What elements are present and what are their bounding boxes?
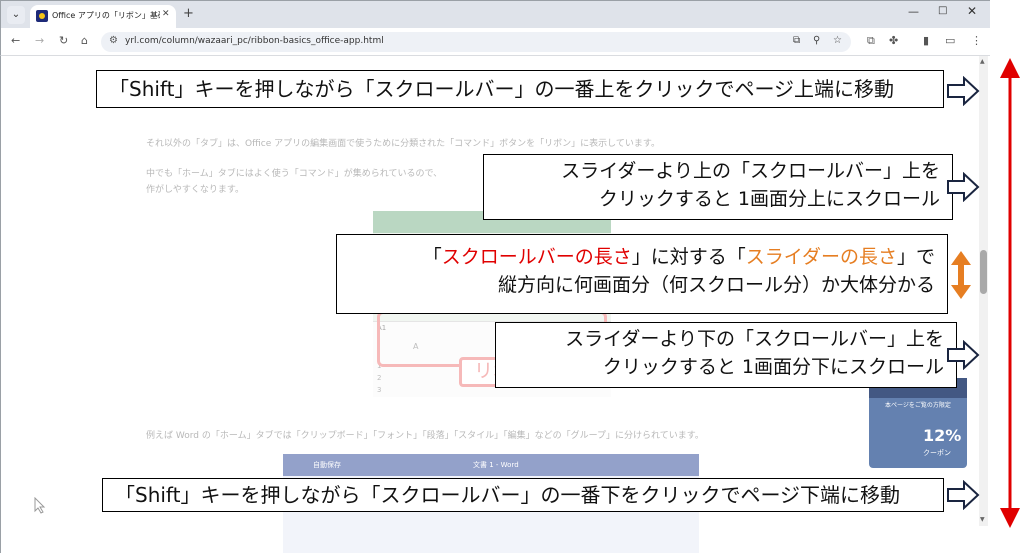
right-arrow-icon (947, 76, 980, 106)
home-icon[interactable]: ⌂ (81, 34, 88, 47)
autosave-label: 自動保存 (313, 461, 341, 469)
profile-icon[interactable]: ▭ (945, 34, 955, 47)
bookmark-star-icon[interactable]: ☆ (833, 35, 842, 46)
slider-length-label: スライダーの長さ (745, 246, 897, 268)
ad-coupon: クーポン (923, 449, 951, 457)
reload-icon[interactable]: ↻ (59, 34, 68, 47)
paragraph: 例えば Word の「ホーム」タブでは「クリップボード」「フォント」「段落」「ス… (146, 431, 704, 441)
tab-search-button[interactable]: ⌄ (7, 6, 25, 24)
tab-title: Office アプリの「リボン」基礎や「タブ」 (52, 11, 160, 20)
right-arrow-icon (947, 172, 980, 202)
callout-text: クリックすると 1画面分下にスクロール (602, 356, 944, 378)
mouse-cursor-icon (34, 497, 46, 514)
favicon-icon (36, 10, 48, 22)
callout-scroll-page-down: スライダーより下の「スクロールバー」上を クリックすると 1画面分下にスクロール (495, 322, 957, 388)
menu-icon[interactable]: ⋮ (971, 34, 982, 47)
back-icon[interactable]: ← (11, 34, 20, 47)
callout-text: 「Shift」キーを押しながら「スクロールバー」の一番上をクリックでページ上端に… (109, 77, 895, 101)
callout-text: 」に対する「 (631, 246, 746, 268)
new-tab-button[interactable]: + (183, 6, 194, 21)
callout-scroll-bottom: 「Shift」キーを押しながら「スクロールバー」の一番下をクリックでページ下端に… (102, 478, 944, 512)
zoom-icon[interactable]: ⚲ (813, 35, 820, 46)
callout-text: 「 (422, 246, 442, 268)
close-icon[interactable]: ✕ (162, 9, 170, 19)
paragraph: 中でも「ホーム」タブにはよく使う「コマンド」が集められているので、 (146, 169, 443, 179)
callout-text: 」で (896, 246, 935, 268)
forward-icon[interactable]: → (35, 34, 44, 47)
callout-text: 「Shift」キーを押しながら「スクロールバー」の一番下をクリックでページ下端に… (115, 483, 901, 507)
ad-subtitle: 本ページをご覧の方限定 (885, 402, 951, 409)
maximize-button[interactable]: □ (938, 5, 947, 16)
url-text[interactable]: yrl.com/column/wazaari_pc/ribbon-basics_… (125, 36, 384, 46)
window-close-button[interactable]: ✕ (967, 4, 977, 18)
callout-scroll-page-up: スライダーより上の「スクロールバー」上を クリックすると 1画面分上にスクロール (483, 154, 953, 220)
paragraph: 作がしやすくなります。 (146, 185, 245, 195)
tab-groups-icon[interactable]: ⧉ (867, 34, 875, 48)
paragraph: それ以外の「タブ」は、Office アプリの編集画面で使うために分類された「コマ… (146, 139, 660, 149)
row-header: 3 (377, 386, 382, 394)
word-title-bar: 自動保存 文書 1 - Word (283, 454, 699, 476)
callout-text: 縦方向に何画面分（何スクロール分）か大体分かる (497, 274, 935, 296)
site-info-icon[interactable]: ⚙ (109, 35, 118, 46)
screenshot: ⌄ Office アプリの「リボン」基礎や「タブ」 ✕ + — □ ✕ ← → … (0, 0, 1034, 553)
sidebar-icon[interactable]: ▮ (923, 34, 929, 47)
ad-banner[interactable]: 中古PC販売強化中! 本ページをご覧の方限定 12% クーポン (869, 378, 967, 468)
scroll-down-arrow-icon[interactable]: ▼ (980, 516, 985, 523)
orange-double-arrow-icon (951, 251, 971, 299)
red-double-arrow-icon (1000, 58, 1020, 528)
scrollbar-slider[interactable] (980, 250, 987, 294)
scroll-up-arrow-icon[interactable]: ▲ (980, 58, 985, 65)
browser-toolbar: ← → ↻ ⌂ ⚙ yrl.com/column/wazaari_pc/ribb… (0, 28, 990, 56)
minimize-button[interactable]: — (908, 5, 919, 18)
install-icon[interactable]: ⧉ (793, 35, 800, 46)
extensions-icon[interactable]: ✤ (889, 34, 898, 47)
right-arrow-icon (947, 340, 980, 370)
callout-text: スライダーより上の「スクロールバー」上を (561, 160, 940, 182)
chevron-down-icon: ⌄ (11, 9, 21, 20)
row-header: 2 (377, 374, 382, 382)
callout-length-ratio: 「スクロールバーの長さ」に対する「スライダーの長さ」で 縦方向に何画面分（何スク… (336, 234, 948, 314)
ad-percent: 12% (923, 426, 962, 445)
document-title: 文書 1 - Word (473, 461, 519, 469)
tab-bar: ⌄ Office アプリの「リボン」基礎や「タブ」 ✕ + — □ ✕ (0, 0, 990, 29)
right-arrow-icon (947, 480, 980, 510)
callout-line: 「スクロールバーの長さ」に対する「スライダーの長さ」で (337, 243, 935, 271)
callout-text: クリックすると 1画面分上にスクロール (598, 188, 940, 210)
scrollbar-length-label: スクロールバーの長さ (441, 246, 632, 268)
callout-text: スライダーより下の「スクロールバー」上を (565, 328, 944, 350)
browser-tab[interactable]: Office アプリの「リボン」基礎や「タブ」 ✕ (30, 5, 176, 29)
callout-scroll-top: 「Shift」キーを押しながら「スクロールバー」の一番上をクリックでページ上端に… (96, 70, 944, 108)
address-bar[interactable]: ⚙ yrl.com/column/wazaari_pc/ribbon-basic… (101, 32, 851, 52)
